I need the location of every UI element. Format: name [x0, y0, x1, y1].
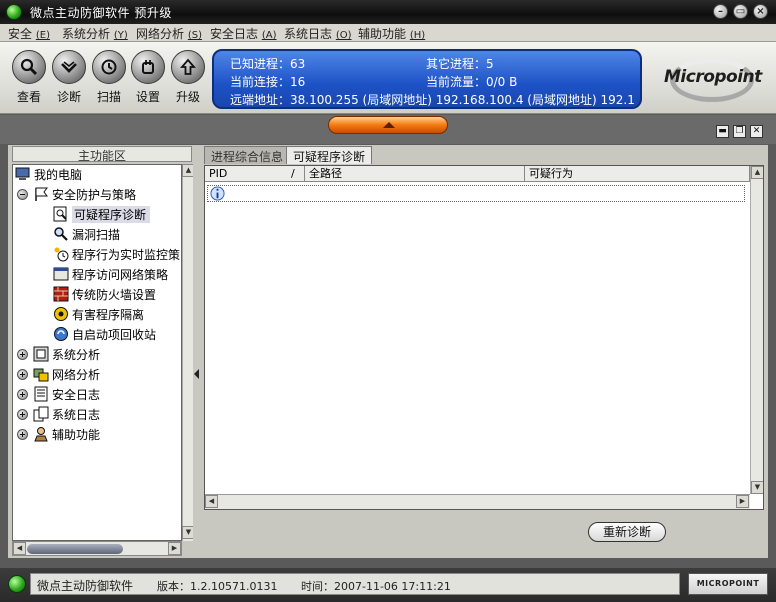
- right-panel: 进程综合信息 可疑程序诊断 PID / 全路径 可疑行为 ▲ ▼ ◀ ▶ 重新诊…: [202, 145, 768, 558]
- diagnose-button[interactable]: 诊断: [49, 50, 89, 105]
- firewall-icon: [53, 286, 69, 302]
- collapse-toolbar-button[interactable]: [328, 116, 448, 134]
- column-full-path[interactable]: 全路径: [305, 166, 525, 182]
- menu-network-analysis[interactable]: 网络分析 (S): [136, 25, 202, 42]
- panel-restore-button[interactable]: ❐: [733, 125, 746, 138]
- status-version: 版本：1.2.10571.0131: [157, 580, 278, 593]
- settings-hand-icon: [142, 60, 154, 74]
- window-title: 微点主动防御软件 预升级: [30, 6, 172, 20]
- upgrade-button[interactable]: 升级: [168, 50, 208, 105]
- collapse-toggle-icon[interactable]: [17, 189, 28, 200]
- settings-button[interactable]: 设置: [128, 50, 168, 105]
- expand-toggle-icon[interactable]: [17, 389, 28, 400]
- remote-address-label: 远端地址：: [230, 93, 291, 107]
- network-analysis-icon: [33, 368, 49, 382]
- column-suspicious-behavior[interactable]: 可疑行为: [525, 166, 750, 182]
- menu-system-analysis[interactable]: 系统分析 (Y): [62, 25, 128, 42]
- title-bar: 微点主动防御软件 预升级 – ▭ ×: [0, 0, 776, 24]
- panel-close-button[interactable]: ✕: [750, 125, 763, 138]
- arrow-left-icon: [194, 369, 199, 379]
- scroll-left-icon[interactable]: ◀: [205, 495, 218, 508]
- function-tree: 我的电脑 安全防护与策略 可疑程序诊断 漏洞扫描 程序行为实时监控策 程序访问网…: [12, 164, 182, 541]
- column-pid[interactable]: PID /: [205, 166, 305, 182]
- diagnose-icon: [61, 61, 77, 73]
- menu-tools[interactable]: 辅助功能 (H): [358, 25, 425, 42]
- micropoint-logo: Micropoint: [658, 50, 770, 106]
- panel-splitter[interactable]: [193, 145, 202, 558]
- panel-minimize-button[interactable]: ▬: [716, 125, 729, 138]
- status-indicator-icon: [8, 575, 26, 593]
- remote-address-value: 38.100.255 (局域网地址) 192.168.100.4 (局域网地址)…: [290, 93, 635, 107]
- info-icon: [210, 186, 225, 201]
- current-traffic: 当前流量：0/0 B: [426, 75, 518, 89]
- scroll-up-icon[interactable]: ▲: [751, 166, 763, 179]
- tree-horizontal-scrollbar[interactable]: ◀ ▶: [12, 541, 182, 556]
- log-book-icon: [34, 386, 48, 402]
- rediagnose-button[interactable]: 重新诊断: [588, 522, 666, 542]
- diagnosis-icon: [53, 206, 67, 222]
- list-vertical-scrollbar[interactable]: ▲ ▼: [750, 166, 763, 494]
- app-status-icon: [6, 4, 22, 20]
- flag-icon: [35, 187, 48, 201]
- scan-icon: [101, 59, 117, 75]
- computer-icon: [15, 167, 30, 180]
- status-time: 时间：2007-11-06 17:11:21: [301, 580, 451, 593]
- tab-process-info[interactable]: 进程综合信息: [204, 146, 291, 164]
- menu-bar: 安全 (E) 系统分析 (Y) 网络分析 (S) 安全日志 (A) 系统日志 (…: [0, 24, 776, 42]
- documents-icon: [33, 406, 49, 422]
- recycle-icon: [54, 327, 68, 341]
- expand-toggle-icon[interactable]: [17, 349, 28, 360]
- minimize-button[interactable]: –: [713, 4, 728, 19]
- expand-toggle-icon[interactable]: [17, 369, 28, 380]
- main-function-area-header: 主功能区: [12, 146, 192, 163]
- scan-button[interactable]: 扫描: [89, 50, 129, 105]
- scroll-down-icon[interactable]: ▼: [751, 481, 763, 494]
- monitor-clock-icon: [54, 247, 69, 262]
- status-info: 微点主动防御软件 版本：1.2.10571.0131 时间：2007-11-06…: [30, 573, 680, 595]
- list-header: PID / 全路径 可疑行为: [205, 166, 750, 182]
- scroll-right-icon[interactable]: ▶: [168, 542, 181, 555]
- scroll-thumb[interactable]: [27, 544, 123, 554]
- system-info-panel: 已知进程：63 其它进程：5 当前连接：16 当前流量：0/0 B 远端地址： …: [212, 49, 642, 109]
- expand-toggle-icon[interactable]: [17, 409, 28, 420]
- scroll-left-icon[interactable]: ◀: [13, 542, 26, 555]
- search-icon: [54, 227, 68, 241]
- window-icon: [53, 267, 69, 281]
- menu-security[interactable]: 安全 (E): [8, 25, 50, 42]
- known-processes: 已知进程：63: [230, 57, 306, 71]
- current-connections: 当前连接：16: [230, 75, 306, 89]
- view-button[interactable]: 查看: [9, 50, 49, 105]
- toolbar: 查看 诊断 扫描 设置 升级 已知进程：63 其它进程：5 当前连接：16 当前…: [0, 42, 776, 114]
- close-button[interactable]: ×: [753, 4, 768, 19]
- left-panel: 主功能区 我的电脑 安全防护与策略 可疑程序诊断 漏洞扫描 程序行为实时监控策 …: [8, 145, 195, 558]
- user-tools-icon: [34, 427, 48, 442]
- menu-security-log[interactable]: 安全日志 (A): [210, 25, 277, 42]
- system-analysis-icon: [33, 346, 49, 362]
- table-row[interactable]: [207, 185, 745, 202]
- menu-system-log[interactable]: 系统日志 (O): [284, 25, 352, 42]
- magnifier-icon: [20, 58, 38, 76]
- restore-button[interactable]: ▭: [733, 4, 748, 19]
- diagnosis-list: PID / 全路径 可疑行为 ▲ ▼ ◀ ▶: [204, 165, 764, 510]
- other-processes: 其它进程：5: [426, 57, 494, 71]
- micropoint-status-logo: MICROPOINT: [688, 573, 768, 595]
- scroll-right-icon[interactable]: ▶: [736, 495, 749, 508]
- status-bar: 微点主动防御软件 版本：1.2.10571.0131 时间：2007-11-06…: [0, 568, 776, 602]
- sort-indicator-icon: /: [291, 167, 295, 180]
- biohazard-icon: [54, 307, 68, 321]
- collapse-bar: ▬ ❐ ✕: [0, 115, 776, 144]
- arrow-up-icon: [383, 122, 395, 128]
- upgrade-arrow-icon: [180, 58, 196, 75]
- expand-toggle-icon[interactable]: [17, 429, 28, 440]
- list-horizontal-scrollbar[interactable]: ◀ ▶: [205, 494, 750, 509]
- status-app-name: 微点主动防御软件: [37, 579, 134, 593]
- tab-suspicious-diagnosis[interactable]: 可疑程序诊断: [286, 146, 373, 164]
